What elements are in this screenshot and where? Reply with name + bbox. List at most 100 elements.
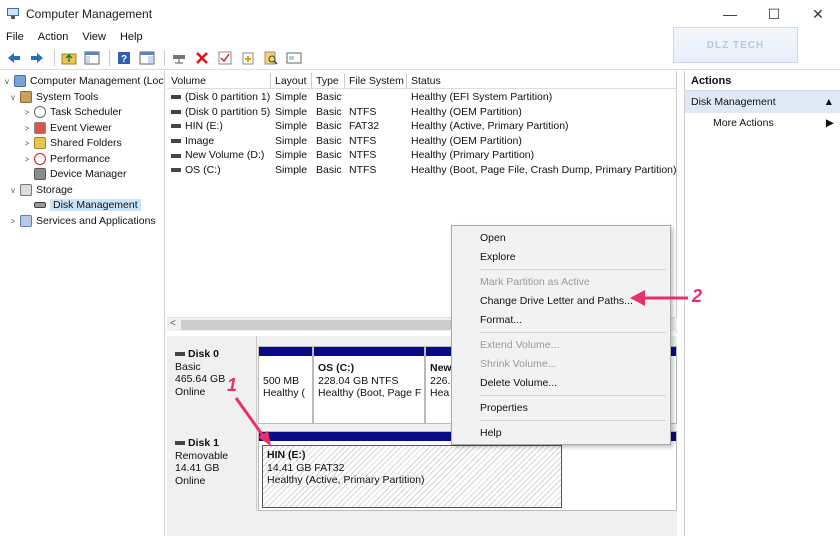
cell-text: FAT32 [349,120,380,133]
table-cell: NTFS [345,105,407,120]
menu-item-format[interactable]: Format... [480,314,522,326]
actions-section-label: Disk Management [691,96,776,108]
cell-text: Simple [275,134,308,147]
menu-item-change-drive-letter[interactable]: Change Drive Letter and Paths... [480,295,633,307]
scroll-left-icon[interactable]: < [170,318,176,329]
tree-item-label: Device Manager [50,168,127,180]
selected-partition-area[interactable]: HIN (E:) 14.41 GB FAT32 Healthy (Active,… [262,445,562,508]
expand-arrow-icon[interactable]: v [8,93,18,102]
view-icon[interactable] [137,48,157,68]
cell-text: (Disk 0 partition 5) [185,105,271,118]
tree-item-services-and-applications[interactable]: > Services and Applications [8,213,156,229]
expand-arrow-icon[interactable]: > [8,217,18,226]
partition-status: Healthy ( [263,387,306,400]
tree-item-device-manager[interactable]: Device Manager [22,166,126,182]
table-row[interactable]: (Disk 0 partition 5) Simple Basic NTFS Healt… [167,105,677,120]
table-cell: Simple [271,90,312,105]
more-actions-item[interactable]: More Actions ▶ [685,113,840,133]
tree-item-computer-management[interactable]: v Computer Management (Local [2,73,164,89]
connect-drive-icon[interactable] [169,48,189,68]
maximize-button[interactable]: ☐ [752,0,796,28]
table-row[interactable]: New Volume (D:) Simple Basic NTFS Healthy (P… [167,148,677,163]
menu-separator [480,269,666,270]
minimize-button[interactable]: — [708,0,752,28]
partition-size: 14.41 GB FAT32 [267,461,345,474]
collapse-arrow-icon[interactable]: ▲ [824,91,834,113]
column-header-type[interactable]: Type [312,73,345,89]
up-folder-icon[interactable] [59,48,79,68]
menu-action[interactable]: Action [38,31,69,43]
tree-item-disk-management[interactable]: Disk Management [22,197,141,213]
show-hide-console-tree-icon[interactable] [82,48,102,68]
table-row[interactable]: HIN (E:) Simple Basic FAT32 Healthy (Active,… [167,119,677,134]
expand-arrow-icon[interactable]: > [22,124,32,133]
toolbar-divider [109,49,110,66]
expand-arrow-icon[interactable]: > [22,155,32,164]
menu-item-explore[interactable]: Explore [480,251,516,263]
table-cell: Simple [271,105,312,120]
tree-item-performance[interactable]: > Performance [22,151,110,167]
table-cell: FAT32 [345,119,407,134]
disk-1-label[interactable]: Disk 1 Removable 14.41 GB Online [167,425,257,511]
cell-text: Healthy (OEM Partition) [411,134,522,147]
menu-view[interactable]: View [82,31,106,43]
column-header-file-system[interactable]: File System [345,73,407,89]
disk-0-label[interactable]: Disk 0 Basic 465.64 GB Online [167,336,257,424]
volume-icon [171,109,181,114]
menu-help[interactable]: Help [120,31,143,43]
toolbar-divider [164,49,165,66]
expand-arrow-icon[interactable]: > [22,139,32,148]
column-header-status[interactable]: Status [407,73,677,89]
disk-management-icon [34,202,46,208]
volume-icon [171,139,181,143]
expand-arrow-icon[interactable]: > [22,108,32,117]
table-cell: Image [167,134,271,149]
menu-file[interactable]: File [6,31,24,43]
navigation-tree: v Computer Management (Local v System To… [0,71,165,536]
tree-item-storage[interactable]: v Storage [8,182,73,198]
table-cell: (Disk 0 partition 5) [167,105,271,120]
new-folder-icon[interactable] [238,48,258,68]
menu-item-extend-volume: Extend Volume... [480,339,560,351]
tree-item-system-tools[interactable]: v System Tools [8,89,98,105]
table-cell: Simple [271,134,312,149]
table-row[interactable]: (Disk 0 partition 1) Simple Basic Healthy (… [167,90,677,105]
column-header-layout[interactable]: Layout [271,73,312,89]
table-cell: Basic [312,163,345,178]
menu-item-delete-volume[interactable]: Delete Volume... [480,377,557,389]
partition-bar [314,347,424,356]
partition-name: HIN (E:) [267,449,306,461]
tree-item-task-scheduler[interactable]: > Task Scheduler [22,104,122,120]
table-row[interactable]: OS (C:) Simple Basic NTFS Healthy (Boot, Pag… [167,163,677,178]
table-row[interactable]: Image Simple Basic NTFS Healthy (OEM Partiti… [167,134,677,149]
back-arrow-icon[interactable] [4,48,24,68]
column-header-volume[interactable]: Volume [167,73,271,89]
expand-arrow-icon[interactable]: v [8,186,18,195]
search-icon[interactable] [261,48,281,68]
expand-arrow-icon[interactable]: v [2,77,12,86]
actions-section-disk-management[interactable]: Disk Management ▲ [685,91,840,113]
delete-icon[interactable] [192,48,212,68]
partition-size: 500 MB [263,374,300,387]
partition-status: Healthy (Boot, Page F [318,387,422,400]
check-icon[interactable] [215,48,235,68]
window-controls: — ☐ ✕ [708,0,840,28]
table-cell: Healthy (EFI System Partition) [407,90,677,105]
close-button[interactable]: ✕ [796,0,840,28]
tree-item-shared-folders[interactable]: > Shared Folders [22,135,122,151]
forward-arrow-icon[interactable] [27,48,47,68]
cell-text: Healthy (Active, Primary Partition) [411,120,569,133]
menu-item-help[interactable]: Help [480,427,502,439]
disk-icon: Disk 1 [175,437,256,450]
help-icon[interactable]: ? [114,48,134,68]
partition-disk0-500mb[interactable]: 500 MB Healthy ( [258,346,313,424]
properties-icon[interactable] [284,48,304,68]
menu-item-properties[interactable]: Properties [480,402,528,414]
table-cell: Healthy (Primary Partition) [407,148,677,163]
toolbar-divider [54,49,55,66]
window-title: Computer Management [26,7,153,21]
cell-text: Simple [275,120,308,133]
menu-item-open[interactable]: Open [480,232,506,244]
partition-os-c[interactable]: OS (C:) 228.04 GB NTFS Healthy (Boot, Pa… [313,346,425,424]
tree-item-event-viewer[interactable]: > Event Viewer [22,120,112,136]
